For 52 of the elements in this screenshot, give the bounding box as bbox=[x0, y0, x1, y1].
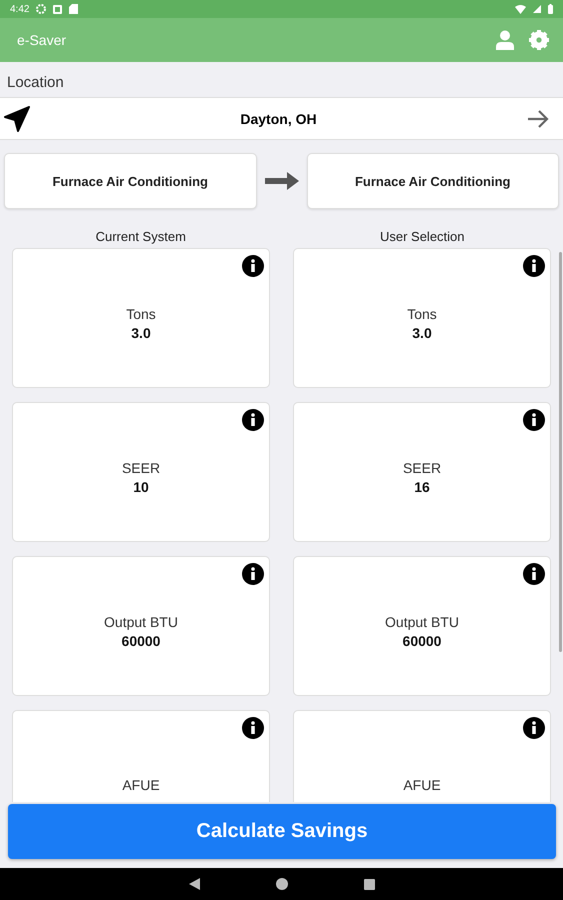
spec-card[interactable]: SEER 10 bbox=[12, 402, 270, 542]
info-icon[interactable] bbox=[241, 408, 265, 432]
spec-card[interactable]: AFUE bbox=[12, 710, 270, 802]
spec-card[interactable]: Tons 3.0 bbox=[12, 248, 270, 388]
app-title: e-Saver bbox=[17, 32, 68, 48]
info-icon[interactable] bbox=[241, 562, 265, 586]
home-icon[interactable] bbox=[276, 878, 288, 890]
info-icon[interactable] bbox=[241, 254, 265, 278]
spec-value: 10 bbox=[133, 478, 149, 494]
info-icon[interactable] bbox=[241, 716, 265, 740]
spec-card[interactable]: Tons 3.0 bbox=[293, 248, 551, 388]
status-time: 4:42 bbox=[10, 4, 30, 14]
info-icon[interactable] bbox=[522, 254, 546, 278]
notification-icon bbox=[53, 4, 62, 14]
signal-icon bbox=[533, 5, 541, 13]
spec-value: 60000 bbox=[402, 632, 442, 648]
arrow-right-icon bbox=[264, 172, 298, 190]
spec-card[interactable]: SEER 16 bbox=[293, 402, 551, 542]
selected-system-button[interactable]: Furnace Air Conditioning bbox=[306, 153, 559, 209]
navigation-icon[interactable] bbox=[4, 106, 30, 132]
sd-card-icon bbox=[69, 4, 78, 14]
back-icon[interactable] bbox=[188, 878, 200, 890]
spec-value: 3.0 bbox=[412, 324, 432, 340]
spec-value: 60000 bbox=[122, 632, 160, 648]
spec-label: Tons bbox=[126, 306, 156, 322]
location-value: Dayton, OH bbox=[239, 110, 318, 126]
location-field[interactable]: Dayton, OH bbox=[0, 97, 563, 140]
spec-label: Output BTU bbox=[385, 614, 459, 630]
wifi-icon bbox=[515, 4, 526, 14]
spec-label: AFUE bbox=[403, 777, 441, 793]
spec-value: 3.0 bbox=[131, 324, 151, 340]
column-heading: Current System bbox=[96, 229, 186, 244]
spec-label: SEER bbox=[402, 460, 442, 476]
column-heading: User Selection bbox=[380, 229, 465, 244]
spec-label: AFUE bbox=[122, 777, 160, 793]
info-icon[interactable] bbox=[522, 408, 546, 432]
spec-card[interactable]: Output BTU 60000 bbox=[12, 556, 270, 696]
spec-card[interactable]: AFUE bbox=[293, 710, 551, 802]
calculate-button[interactable]: Calculate Savings bbox=[8, 804, 556, 859]
arrow-right-icon[interactable] bbox=[527, 108, 549, 128]
location-label: Location bbox=[6, 73, 65, 93]
spec-label: Tons bbox=[407, 306, 437, 322]
gear-icon bbox=[36, 4, 46, 14]
spec-value: 16 bbox=[414, 478, 430, 494]
recents-icon[interactable] bbox=[364, 878, 374, 890]
info-icon[interactable] bbox=[522, 562, 546, 586]
current-system-button[interactable]: Furnace Air Conditioning bbox=[4, 153, 256, 209]
spec-card[interactable]: Output BTU 60000 bbox=[293, 556, 551, 696]
battery-icon bbox=[548, 4, 553, 14]
spec-label: SEER bbox=[122, 460, 160, 476]
spec-label: Output BTU bbox=[104, 614, 178, 630]
info-icon[interactable] bbox=[522, 716, 546, 740]
